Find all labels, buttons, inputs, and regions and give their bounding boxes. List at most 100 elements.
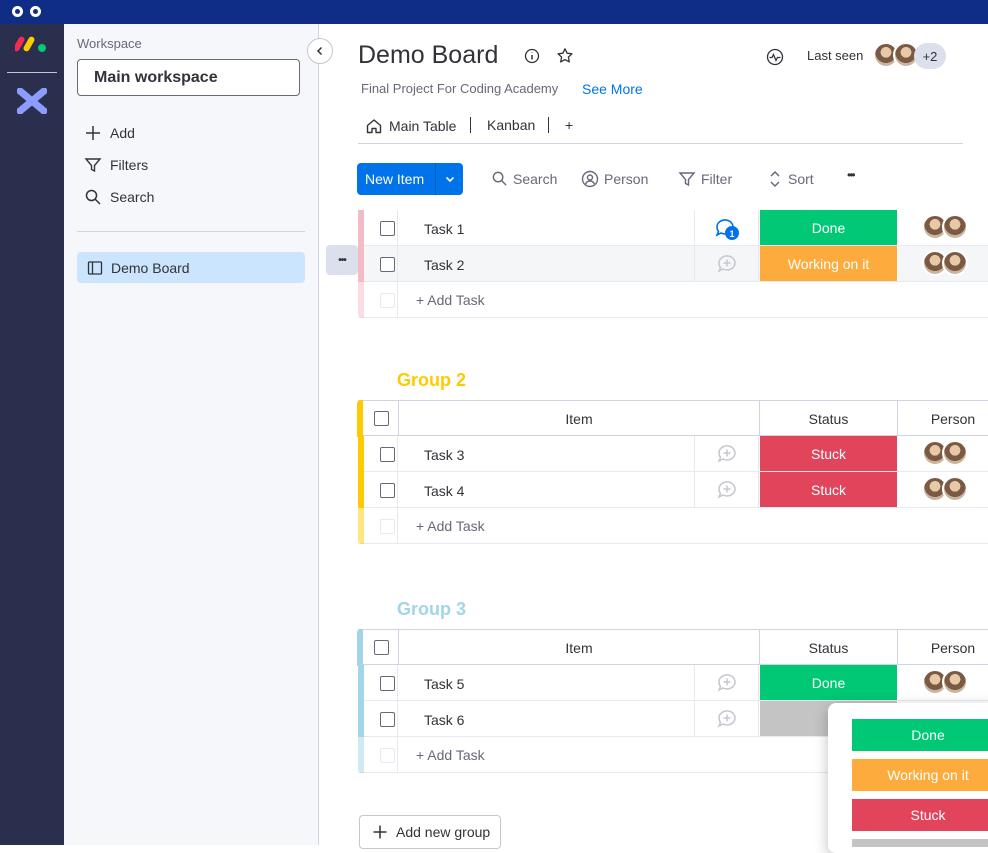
row-checkbox[interactable]: [380, 676, 395, 691]
collapse-sidebar-button[interactable]: [307, 38, 333, 64]
task-name[interactable]: Task 2: [424, 257, 464, 273]
add-comment-icon: [717, 255, 736, 273]
tab-kanban[interactable]: Kanban: [487, 117, 535, 133]
row-checkbox-cell: [364, 737, 398, 773]
avatar: [942, 669, 968, 695]
more-options-button[interactable]: •••: [847, 168, 855, 182]
group-title[interactable]: Group 3: [397, 599, 466, 620]
table-row[interactable]: Task 5 Done: [358, 665, 988, 701]
task-name[interactable]: Task 3: [424, 447, 464, 463]
select-all-checkbox[interactable]: [374, 411, 389, 426]
search-label: Search: [513, 170, 558, 187]
updates-cell[interactable]: 1: [695, 210, 759, 246]
person-cell[interactable]: [898, 436, 988, 472]
column-header-person[interactable]: Person: [898, 630, 988, 665]
workspace-selector[interactable]: Main workspace: [77, 59, 300, 96]
new-item-dropdown[interactable]: [435, 163, 463, 195]
add-view-button[interactable]: +: [565, 117, 573, 133]
column-header-item[interactable]: Item: [398, 630, 760, 665]
add-task-input[interactable]: + Add Task: [416, 518, 485, 534]
row-checkbox[interactable]: [380, 483, 395, 498]
table-header: Item Status Person: [357, 400, 988, 437]
updates-cell[interactable]: [695, 436, 759, 472]
info-icon[interactable]: [524, 48, 540, 64]
window-control-icon[interactable]: [12, 6, 23, 17]
status-option-stuck[interactable]: Stuck: [852, 799, 988, 831]
add-comment-icon: [717, 710, 736, 728]
column-header-person[interactable]: Person: [898, 401, 988, 436]
add-task-input[interactable]: + Add Task: [416, 747, 485, 763]
page-title[interactable]: Demo Board: [358, 41, 498, 70]
see-more-link[interactable]: See More: [582, 81, 643, 97]
updates-cell[interactable]: [695, 246, 759, 282]
search-button[interactable]: Search: [491, 170, 557, 187]
row-checkbox[interactable]: [380, 221, 395, 236]
board-item-label: Demo Board: [111, 259, 190, 276]
column-header-item[interactable]: Item: [398, 401, 760, 436]
activity-icon[interactable]: [766, 48, 784, 66]
group-title[interactable]: Group 2: [397, 370, 466, 391]
filters-button[interactable]: Filters: [84, 156, 148, 174]
workspace-label: Workspace: [77, 36, 142, 51]
status-badge[interactable]: Stuck: [760, 436, 898, 471]
table-row[interactable]: Task 3 Stuck: [358, 436, 988, 472]
sidebar-item-demo-board[interactable]: Demo Board: [77, 252, 305, 283]
column-header-status[interactable]: Status: [760, 401, 898, 436]
extra-viewers-badge[interactable]: +2: [914, 43, 946, 69]
person-icon: [581, 170, 599, 188]
status-badge[interactable]: Done: [760, 210, 898, 245]
star-icon[interactable]: [556, 47, 574, 65]
select-all-checkbox[interactable]: [374, 640, 389, 655]
status-option-working[interactable]: Working on it: [852, 759, 988, 791]
comment-icon: 1: [714, 219, 739, 240]
row-checkbox-cell: [364, 436, 398, 472]
new-item-button[interactable]: New Item: [357, 163, 463, 195]
add-new-group-label: Add new group: [396, 824, 491, 840]
row-checkbox[interactable]: [380, 712, 395, 727]
tab-main-table-label: Main Table: [389, 118, 457, 134]
sidebar-divider: [77, 231, 305, 232]
add-task-row[interactable]: + Add Task: [358, 508, 988, 544]
person-filter-button[interactable]: Person: [581, 170, 648, 188]
workspace-x-icon[interactable]: [17, 88, 47, 114]
status-option-done[interactable]: Done: [852, 719, 988, 751]
person-cell[interactable]: [898, 665, 988, 701]
sort-icon: [770, 170, 780, 188]
task-name[interactable]: Task 4: [424, 483, 464, 499]
table-row[interactable]: Task 1 1 Done: [358, 210, 988, 246]
updates-cell[interactable]: [695, 701, 759, 737]
status-badge[interactable]: Stuck: [760, 472, 898, 507]
status-badge[interactable]: Done: [760, 665, 898, 700]
row-checkbox[interactable]: [380, 257, 395, 272]
plus-icon: [86, 126, 100, 140]
column-header-status[interactable]: Status: [760, 630, 898, 665]
table-row[interactable]: Task 4 Stuck: [358, 472, 988, 508]
row-checkbox-cell: [364, 210, 398, 246]
add-task-input[interactable]: + Add Task: [416, 292, 485, 308]
window-control-icon[interactable]: [30, 6, 41, 17]
avatar: [942, 476, 968, 502]
filters-label: Filters: [110, 157, 149, 173]
tab-separator: [470, 117, 471, 133]
task-name[interactable]: Task 1: [424, 221, 464, 237]
monday-logo-icon[interactable]: [15, 32, 49, 54]
person-cell[interactable]: [898, 472, 988, 508]
add-new-group-button[interactable]: Add new group: [359, 815, 501, 849]
status-badge[interactable]: Working on it: [760, 246, 898, 281]
updates-cell[interactable]: [695, 472, 759, 508]
task-name[interactable]: Task 5: [424, 676, 464, 692]
sidebar-search-button[interactable]: Search: [84, 188, 154, 206]
sort-button[interactable]: Sort: [767, 170, 814, 188]
task-name[interactable]: Task 6: [424, 712, 464, 728]
person-cell[interactable]: [898, 246, 988, 282]
filter-button[interactable]: Filter: [678, 170, 732, 188]
status-option-empty[interactable]: [852, 839, 988, 847]
add-task-row[interactable]: + Add Task: [358, 282, 988, 318]
person-cell[interactable]: [898, 210, 988, 246]
add-button[interactable]: Add: [84, 124, 135, 142]
row-menu-button[interactable]: •••: [326, 245, 358, 275]
tab-main-table[interactable]: Main Table: [365, 117, 456, 135]
updates-cell[interactable]: [695, 665, 759, 701]
table-row[interactable]: Task 2 Working on it: [358, 246, 988, 282]
row-checkbox[interactable]: [380, 447, 395, 462]
